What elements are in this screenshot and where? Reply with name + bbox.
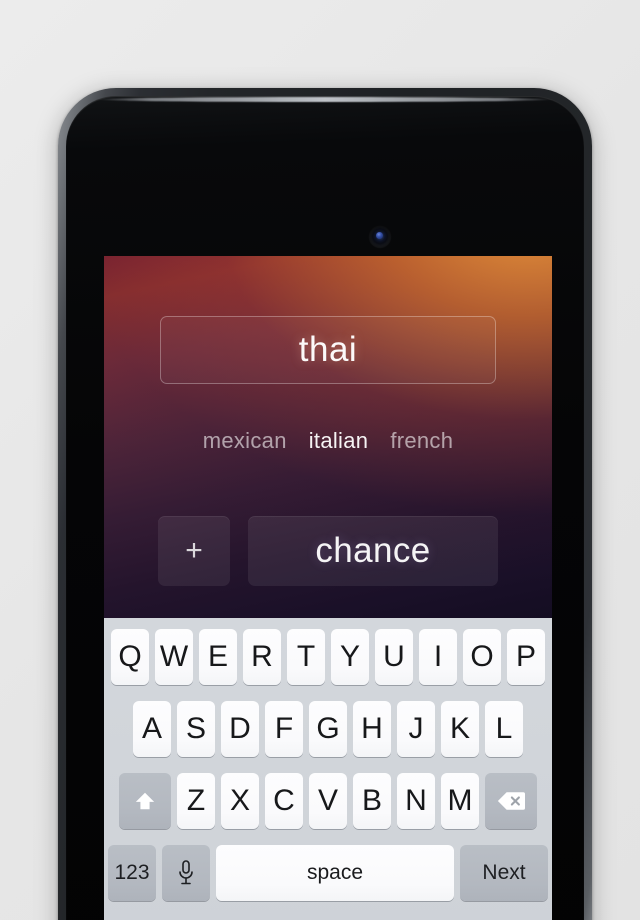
phone-device: thai mexican italian french + chance Q W… xyxy=(58,88,592,920)
key-z[interactable]: Z xyxy=(177,773,215,829)
keyboard-row-1: Q W E R T Y U I O P xyxy=(104,625,552,689)
key-c[interactable]: C xyxy=(265,773,303,829)
name-input-value: thai xyxy=(298,330,358,369)
screenshot-stage: thai mexican italian french + chance Q W… xyxy=(0,0,640,920)
key-y[interactable]: Y xyxy=(331,629,369,685)
key-r[interactable]: R xyxy=(243,629,281,685)
key-i[interactable]: I xyxy=(419,629,457,685)
add-button[interactable]: + xyxy=(158,516,230,586)
numeric-key[interactable]: 123 xyxy=(108,845,156,901)
keyboard-row-3: Z X C V B N M xyxy=(104,769,552,833)
name-input-field[interactable]: thai xyxy=(160,316,496,384)
dictation-key[interactable] xyxy=(162,845,210,901)
key-g[interactable]: G xyxy=(309,701,347,757)
app-content-area: thai mexican italian french + chance xyxy=(104,256,552,618)
key-f[interactable]: F xyxy=(265,701,303,757)
suggestion-tag-row: mexican italian french xyxy=(104,428,552,454)
shift-icon xyxy=(135,792,155,810)
key-v[interactable]: V xyxy=(309,773,347,829)
key-d[interactable]: D xyxy=(221,701,259,757)
chance-button[interactable]: chance xyxy=(248,516,498,586)
key-q[interactable]: Q xyxy=(111,629,149,685)
shift-key[interactable] xyxy=(119,773,171,829)
suggestion-tag-french[interactable]: french xyxy=(390,428,453,454)
microphone-icon xyxy=(179,860,193,885)
key-p[interactable]: P xyxy=(507,629,545,685)
key-s[interactable]: S xyxy=(177,701,215,757)
phone-front-face: thai mexican italian french + chance Q W… xyxy=(66,96,584,920)
key-h[interactable]: H xyxy=(353,701,391,757)
return-key[interactable]: Next xyxy=(460,845,548,901)
key-l[interactable]: L xyxy=(485,701,523,757)
key-x[interactable]: X xyxy=(221,773,259,829)
keyboard-row-4: 123 space Next xyxy=(104,841,552,905)
phone-screen: thai mexican italian french + chance Q W… xyxy=(104,256,552,920)
key-m[interactable]: M xyxy=(441,773,479,829)
key-w[interactable]: W xyxy=(155,629,193,685)
action-button-row: + chance xyxy=(158,516,498,586)
bezel-highlight xyxy=(96,97,554,102)
delete-key[interactable] xyxy=(485,773,537,829)
key-t[interactable]: T xyxy=(287,629,325,685)
suggestion-tag-mexican[interactable]: mexican xyxy=(203,428,287,454)
key-k[interactable]: K xyxy=(441,701,479,757)
key-u[interactable]: U xyxy=(375,629,413,685)
front-camera-icon xyxy=(369,226,391,248)
key-n[interactable]: N xyxy=(397,773,435,829)
space-key[interactable]: space xyxy=(216,845,454,901)
suggestion-tag-italian[interactable]: italian xyxy=(309,428,369,454)
delete-icon xyxy=(497,792,525,810)
key-b[interactable]: B xyxy=(353,773,391,829)
key-o[interactable]: O xyxy=(463,629,501,685)
on-screen-keyboard: Q W E R T Y U I O P A S D F G H J K L Z … xyxy=(104,618,552,920)
key-e[interactable]: E xyxy=(199,629,237,685)
keyboard-row-2: A S D F G H J K L xyxy=(104,697,552,761)
key-j[interactable]: J xyxy=(397,701,435,757)
key-a[interactable]: A xyxy=(133,701,171,757)
